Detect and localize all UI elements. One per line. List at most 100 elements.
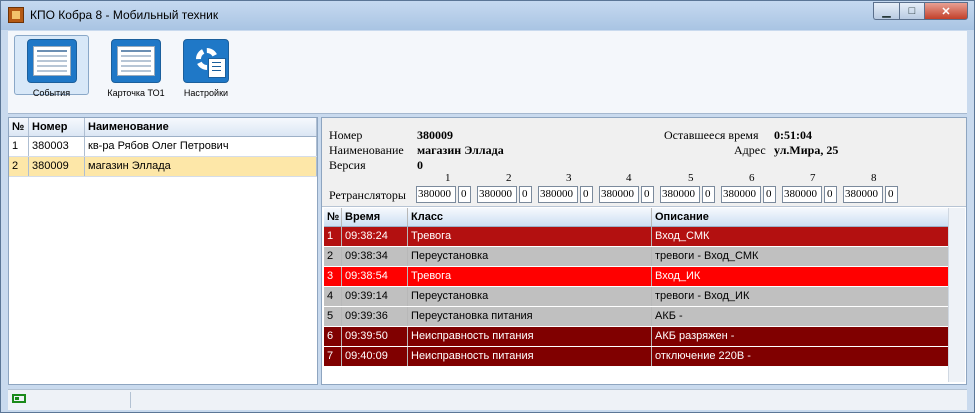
- window-controls: ▁ □ ✕: [873, 2, 968, 21]
- object-row[interactable]: 1 380003 кв-ра Рябов Олег Петрович: [9, 137, 317, 157]
- repeater-flag-input[interactable]: 0: [580, 186, 593, 203]
- col-header-index[interactable]: №: [324, 208, 342, 226]
- objects-header: № Номер Наименование: [9, 118, 317, 137]
- address-label: Адрес: [734, 143, 766, 157]
- repeater-field-1: 380000 0: [416, 186, 471, 203]
- object-details-pane: Номер 380009 Наименование магазин Эллада…: [321, 117, 967, 385]
- event-index: 3: [324, 267, 342, 286]
- col-header-time[interactable]: Время: [342, 208, 408, 226]
- event-description: тревоги - Вход_СМК: [652, 247, 950, 266]
- card-label: Карточка ТО1: [107, 88, 165, 98]
- objects-list: № Номер Наименование 1 380003 кв-ра Рябо…: [8, 117, 318, 385]
- repeater-value-input[interactable]: 380000: [721, 186, 761, 203]
- event-index: 7: [324, 347, 342, 366]
- repeater-value-input[interactable]: 380000: [477, 186, 517, 203]
- col-header-index[interactable]: №: [9, 118, 29, 136]
- event-description: Вход_ИК: [652, 267, 950, 286]
- title-bar[interactable]: КПО Кобра 8 - Мобильный техник ▁ □ ✕: [1, 1, 974, 30]
- window-title: КПО Кобра 8 - Мобильный техник: [30, 8, 219, 22]
- repeater-flag-input[interactable]: 0: [519, 186, 532, 203]
- settings-button[interactable]: Настройки: [176, 35, 236, 98]
- event-class: Переустановка: [408, 247, 652, 266]
- app-icon: [8, 7, 24, 23]
- repeater-value-input[interactable]: 380000: [660, 186, 700, 203]
- col-header-number[interactable]: Номер: [29, 118, 85, 136]
- event-time: 09:39:14: [342, 287, 408, 306]
- col-header-class[interactable]: Класс: [408, 208, 652, 226]
- event-row[interactable]: 1 09:38:24 Тревога Вход_СМК: [324, 227, 950, 247]
- number-value: 380009: [417, 128, 453, 142]
- remaining-time-label: Оставшееся время: [664, 128, 759, 142]
- event-time: 09:39:36: [342, 307, 408, 326]
- number-label: Номер: [329, 128, 363, 142]
- version-label: Версия: [329, 158, 366, 172]
- repeater-flag-input[interactable]: 0: [763, 186, 776, 203]
- repeater-number: 1: [445, 172, 451, 184]
- repeater-value-input[interactable]: 380000: [843, 186, 883, 203]
- event-class: Тревога: [408, 227, 652, 246]
- maximize-button[interactable]: □: [899, 2, 924, 20]
- repeater-flag-input[interactable]: 0: [885, 186, 898, 203]
- name-label: Наименование: [329, 143, 404, 157]
- events-button[interactable]: События: [14, 35, 89, 98]
- event-description: АКБ -: [652, 307, 950, 326]
- col-header-description[interactable]: Описание: [652, 208, 950, 226]
- event-time: 09:38:24: [342, 227, 408, 246]
- repeater-number: 8: [871, 172, 877, 184]
- repeater-field-3: 380000 0: [538, 186, 593, 203]
- event-description: отключение 220В -: [652, 347, 950, 366]
- minimize-button[interactable]: ▁: [873, 2, 899, 20]
- event-time: 09:38:54: [342, 267, 408, 286]
- col-header-name[interactable]: Наименование: [85, 118, 317, 136]
- repeater-number: 2: [506, 172, 512, 184]
- repeater-value-input[interactable]: 380000: [538, 186, 578, 203]
- status-bar: [8, 389, 967, 410]
- event-class: Неисправность питания: [408, 327, 652, 346]
- repeater-flag-input[interactable]: 0: [458, 186, 471, 203]
- event-row[interactable]: 2 09:38:34 Переустановка тревоги - Вход_…: [324, 247, 950, 267]
- event-index: 6: [324, 327, 342, 346]
- repeater-field-4: 380000 0: [599, 186, 654, 203]
- version-value: 0: [417, 158, 423, 172]
- repeater-number: 6: [749, 172, 755, 184]
- maximize-icon: □: [908, 5, 916, 17]
- repeater-flag-input[interactable]: 0: [702, 186, 715, 203]
- events-scrollbar[interactable]: [948, 208, 965, 382]
- object-name: магазин Эллада: [85, 157, 317, 176]
- object-index: 2: [9, 157, 29, 176]
- object-index: 1: [9, 137, 29, 156]
- event-class: Неисправность питания: [408, 347, 652, 366]
- event-row[interactable]: 5 09:39:36 Переустановка питания АКБ -: [324, 307, 950, 327]
- object-number: 380009: [29, 157, 85, 176]
- event-class: Переустановка: [408, 287, 652, 306]
- repeater-field-7: 380000 0: [782, 186, 837, 203]
- event-description: Вход_СМК: [652, 227, 950, 246]
- object-name: кв-ра Рябов Олег Петрович: [85, 137, 317, 156]
- event-row[interactable]: 3 09:38:54 Тревога Вход_ИК: [324, 267, 950, 287]
- name-value: магазин Эллада: [417, 143, 504, 157]
- repeater-value-input[interactable]: 380000: [782, 186, 822, 203]
- address-value: ул.Мира, 25: [774, 143, 839, 157]
- repeater-value-input[interactable]: 380000: [416, 186, 456, 203]
- event-time: 09:39:50: [342, 327, 408, 346]
- events-header: № Время Класс Описание: [324, 208, 950, 227]
- event-row[interactable]: 4 09:39:14 Переустановка тревоги - Вход_…: [324, 287, 950, 307]
- object-row-selected[interactable]: 2 380009 магазин Эллада: [9, 157, 317, 177]
- event-class: Тревога: [408, 267, 652, 286]
- event-row[interactable]: 7 09:40:09 Неисправность питания отключе…: [324, 347, 950, 367]
- event-time: 09:40:09: [342, 347, 408, 366]
- close-button[interactable]: ✕: [924, 2, 968, 20]
- repeater-number: 4: [626, 172, 632, 184]
- event-description: тревоги - Вход_ИК: [652, 287, 950, 306]
- event-class: Переустановка питания: [408, 307, 652, 326]
- event-row[interactable]: 6 09:39:50 Неисправность питания АКБ раз…: [324, 327, 950, 347]
- repeater-flag-input[interactable]: 0: [824, 186, 837, 203]
- card-button[interactable]: Карточка ТО1: [96, 35, 176, 98]
- repeater-value-input[interactable]: 380000: [599, 186, 639, 203]
- repeater-number: 5: [688, 172, 694, 184]
- settings-label: Настройки: [183, 88, 229, 98]
- event-index: 2: [324, 247, 342, 266]
- card-icon: [111, 39, 161, 83]
- repeater-field-5: 380000 0: [660, 186, 715, 203]
- repeater-flag-input[interactable]: 0: [641, 186, 654, 203]
